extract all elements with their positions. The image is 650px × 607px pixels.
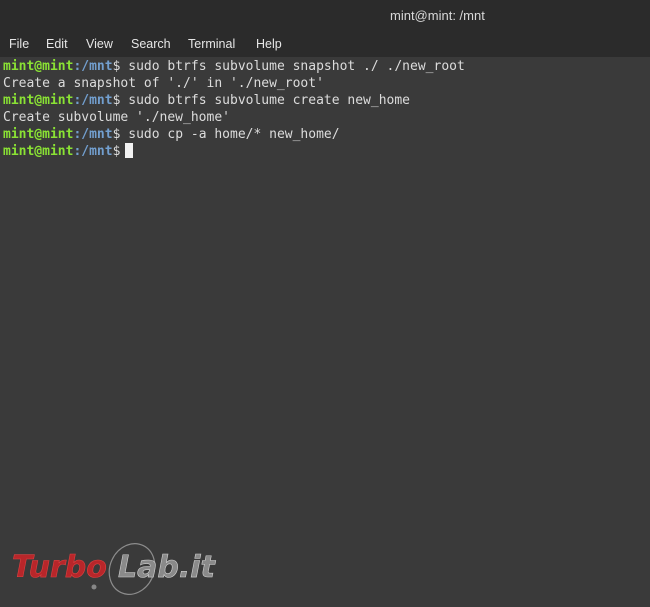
watermark-turbo: Turbo (12, 550, 107, 585)
window-title: mint@mint: /mnt (390, 8, 485, 23)
terminal-line-output: Create subvolume './new_home' (3, 110, 230, 125)
prompt-user: mint@mint (3, 93, 74, 108)
watermark-lab: Lab.it (118, 550, 217, 585)
terminal-window: mint@mint: /mnt File Edit View Search Te… (0, 0, 650, 607)
menu-search[interactable]: Search (131, 32, 171, 57)
command-text: sudo cp -a home/* new_home/ (120, 127, 340, 142)
menu-terminal[interactable]: Terminal (188, 32, 235, 57)
menu-bar: File Edit View Search Terminal Help (0, 32, 650, 57)
prompt-path: :/mnt (73, 93, 113, 108)
terminal-line-command: mint@mint:/mnt$ sudo cp -a home/* new_ho… (3, 126, 340, 143)
prompt-path: :/mnt (73, 144, 113, 159)
terminal-line-command: mint@mint:/mnt$ sudo btrfs subvolume sna… (3, 58, 465, 75)
prompt-path: :/mnt (73, 59, 113, 74)
menu-file[interactable]: File (9, 32, 29, 57)
command-text: sudo btrfs subvolume snapshot ./ ./new_r… (120, 59, 465, 74)
terminal-line-prompt: mint@mint:/mnt$ (3, 143, 134, 160)
terminal-line-output: Create a snapshot of './' in './new_root… (3, 76, 324, 91)
prompt-path: :/mnt (73, 127, 113, 142)
prompt-user: mint@mint (3, 59, 74, 74)
text-cursor (125, 143, 134, 158)
title-bar[interactable]: mint@mint: /mnt (0, 0, 650, 32)
prompt-user: mint@mint (3, 127, 74, 142)
prompt-symbol: $ (112, 144, 121, 159)
terminal-line-command: mint@mint:/mnt$ sudo btrfs subvolume cre… (3, 92, 410, 109)
menu-view[interactable]: View (86, 32, 113, 57)
prompt-user: mint@mint (3, 144, 74, 159)
command-text: sudo btrfs subvolume create new_home (120, 93, 411, 108)
menu-edit[interactable]: Edit (46, 32, 68, 57)
menu-help[interactable]: Help (256, 32, 282, 57)
terminal-area[interactable]: mint@mint:/mnt$ sudo btrfs subvolume sna… (0, 57, 650, 607)
turbolab-watermark-logo: Turbo Lab.it (12, 543, 217, 595)
